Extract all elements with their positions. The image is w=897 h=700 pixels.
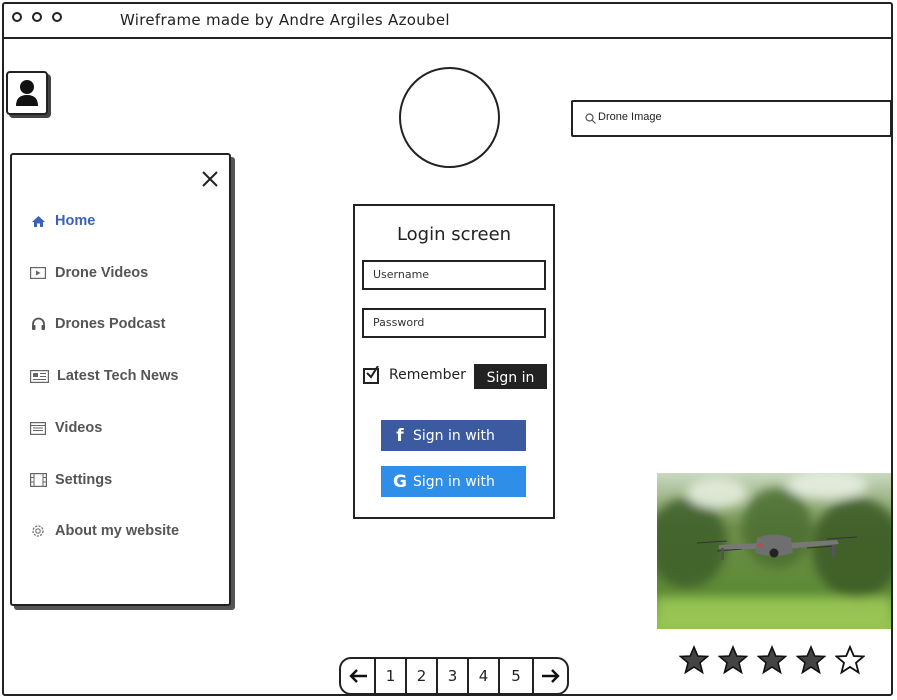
arrow-left-icon <box>348 669 367 683</box>
window-control-dot[interactable] <box>52 12 62 22</box>
sidebar-item-about[interactable]: About my website <box>29 520 179 542</box>
google-sign-in-button[interactable]: G Sign in with <box>381 466 526 497</box>
sidebar-item-label: Drone Videos <box>55 265 149 281</box>
list-icon <box>29 420 47 436</box>
user-avatar[interactable] <box>6 71 48 115</box>
search-input[interactable]: Drone Image <box>598 111 662 123</box>
sidebar-item-label: Home <box>55 213 96 229</box>
sidebar-item-label: Drones Podcast <box>55 316 166 332</box>
sidebar-item-videos[interactable]: Videos <box>29 417 102 439</box>
sidebar-item-home[interactable]: Home <box>29 210 95 232</box>
window-control-dot[interactable] <box>12 12 22 22</box>
sidebar-item-drones-podcast[interactable]: Drones Podcast <box>29 313 165 335</box>
sidebar-menu: Home Drone Videos Drones Podcast Latest … <box>10 153 231 606</box>
sidebar-item-label: Latest Tech News <box>57 368 179 384</box>
window-title: Wireframe made by Andre Argiles Azoubel <box>120 11 450 29</box>
sidebar-item-latest-tech-news[interactable]: Latest Tech News <box>29 365 178 387</box>
logo-placeholder <box>399 67 500 168</box>
checkmark-icon <box>366 366 379 379</box>
username-field[interactable]: Username <box>362 260 546 290</box>
sidebar-item-settings[interactable]: Settings <box>29 469 112 491</box>
search-icon <box>585 113 596 124</box>
page-button[interactable]: 4 <box>467 657 500 695</box>
sidebar-item-drone-videos[interactable]: Drone Videos <box>29 262 148 284</box>
facebook-sign-in-button[interactable]: f Sign in with <box>381 420 526 451</box>
headphones-icon <box>29 316 47 332</box>
star-rating[interactable] <box>679 645 865 675</box>
newspaper-icon <box>29 368 49 384</box>
login-title: Login screen <box>396 224 512 245</box>
play-icon <box>29 265 47 281</box>
page-button[interactable]: 2 <box>405 657 438 695</box>
facebook-icon: f <box>396 425 404 446</box>
pagination: 1 2 3 4 5 <box>339 657 569 697</box>
sidebar-item-label: Settings <box>55 472 113 488</box>
previous-page-button[interactable] <box>339 657 376 695</box>
star-filled-icon[interactable] <box>679 645 709 675</box>
page-button[interactable]: 5 <box>498 657 534 695</box>
user-icon <box>16 80 38 106</box>
sign-in-button[interactable]: Sign in <box>474 364 547 389</box>
home-icon <box>29 213 47 229</box>
star-filled-icon[interactable] <box>718 645 748 675</box>
star-empty-icon[interactable] <box>835 645 865 675</box>
facebook-button-label: Sign in with <box>413 427 495 444</box>
login-panel: Login screen Username Password Remember … <box>353 204 555 519</box>
remember-checkbox[interactable] <box>363 366 379 384</box>
google-button-label: Sign in with <box>413 473 495 490</box>
next-page-button[interactable] <box>532 657 569 695</box>
drone-photo <box>657 473 891 629</box>
close-icon[interactable] <box>200 169 220 189</box>
sidebar-item-label: Videos <box>55 420 103 436</box>
sidebar-item-label: About my website <box>55 523 180 539</box>
title-bar: Wireframe made by Andre Argiles Azoubel <box>2 2 893 39</box>
password-field[interactable]: Password <box>362 308 546 338</box>
page-button[interactable]: 3 <box>436 657 469 695</box>
window-control-dot[interactable] <box>32 12 42 22</box>
star-filled-icon[interactable] <box>757 645 787 675</box>
remember-label: Remember <box>389 367 466 383</box>
google-icon: G <box>393 471 407 492</box>
page-button[interactable]: 1 <box>374 657 407 695</box>
arrow-right-icon <box>541 669 560 683</box>
film-icon <box>29 472 47 488</box>
gear-icon <box>29 523 47 539</box>
search-box[interactable]: Drone Image <box>571 100 892 137</box>
star-filled-icon[interactable] <box>796 645 826 675</box>
